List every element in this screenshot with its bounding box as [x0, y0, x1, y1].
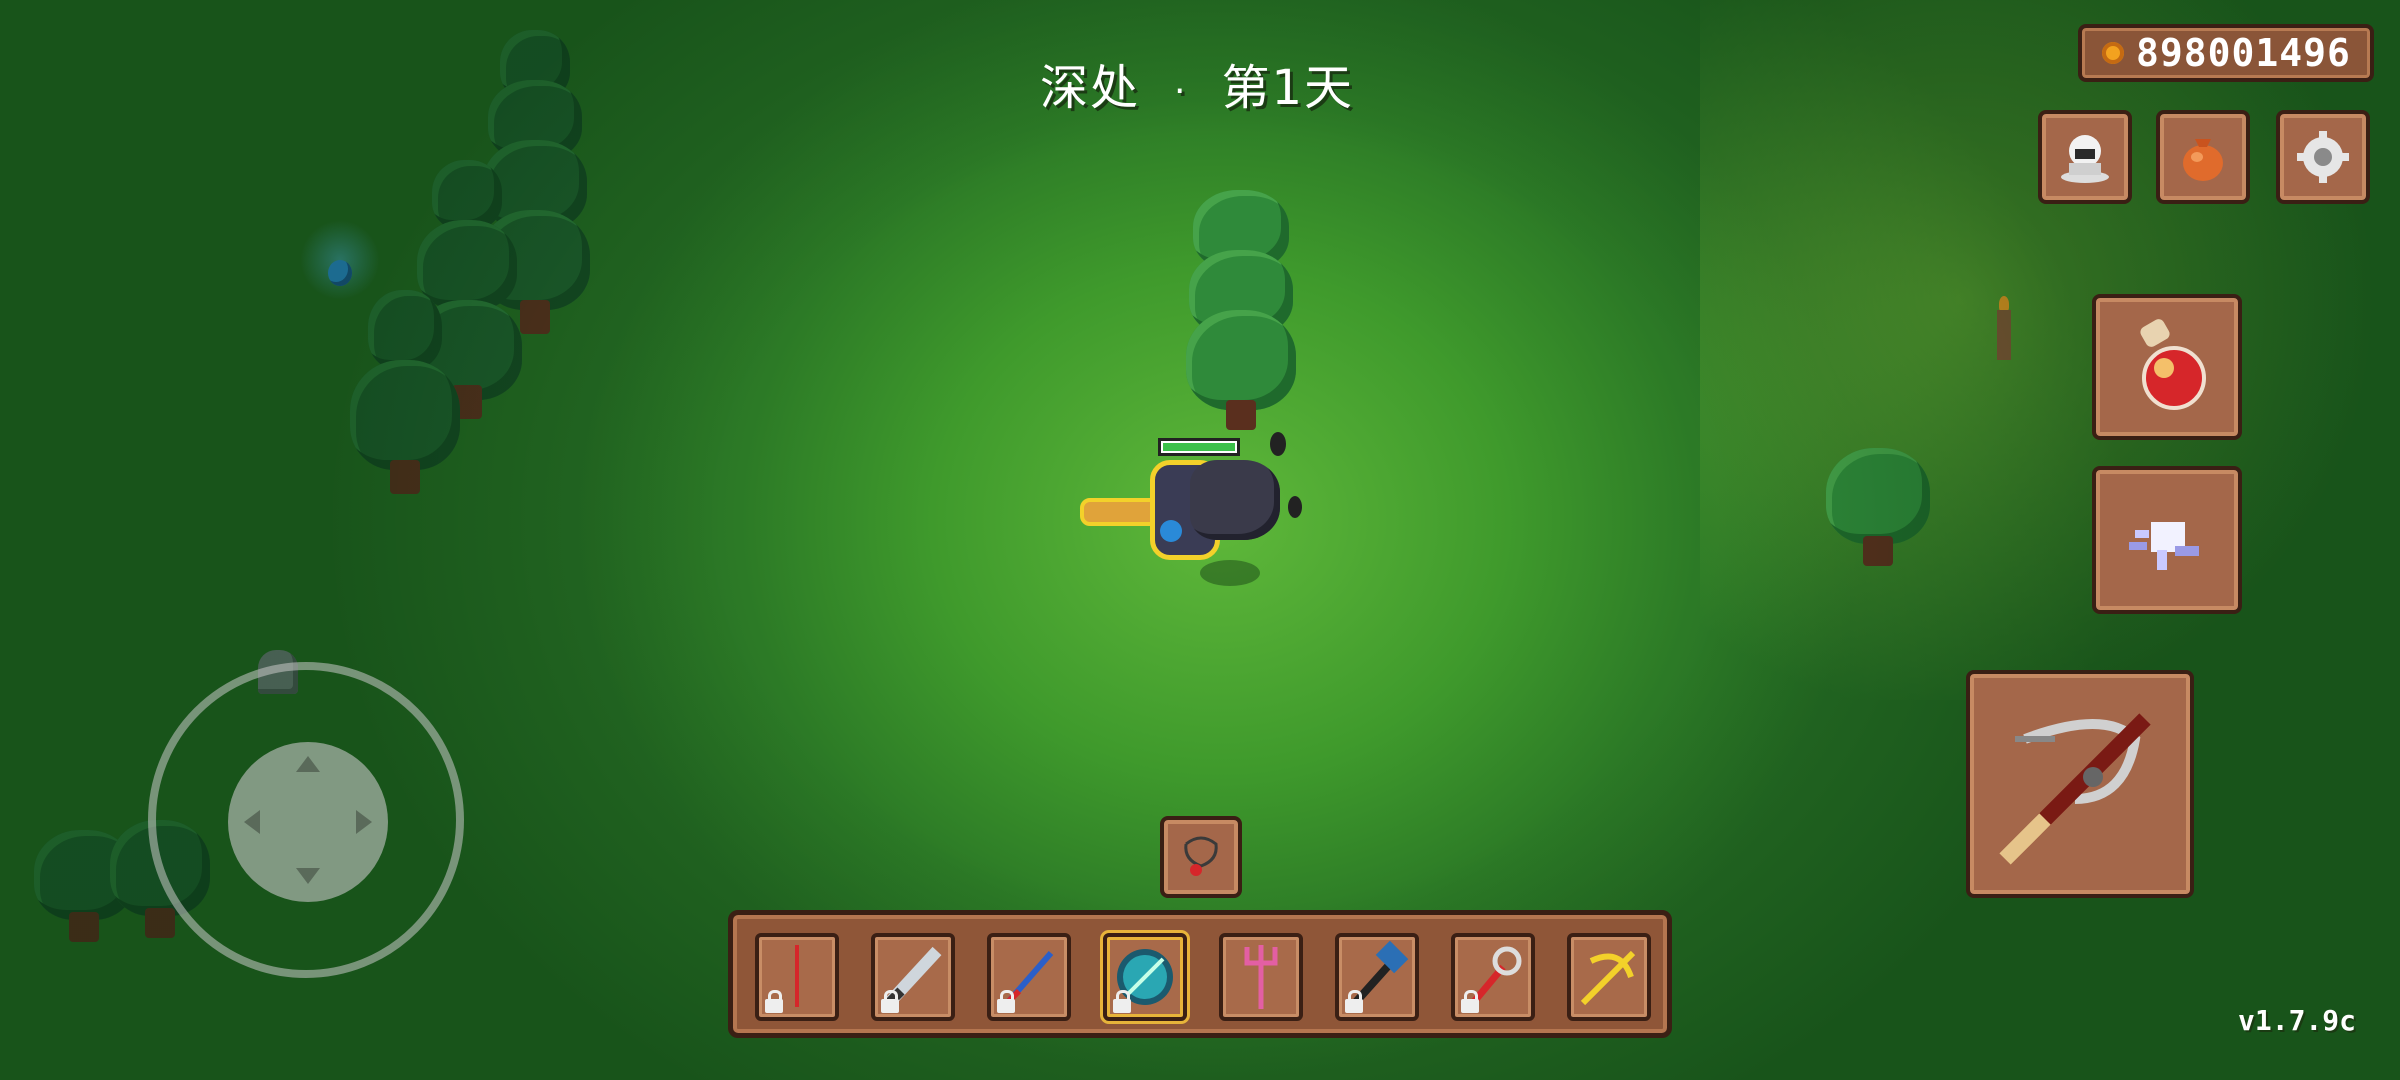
ghost-icon [2061, 135, 2109, 183]
day-label: 第1天 [1221, 60, 1355, 116]
potion-button[interactable] [2092, 294, 2242, 440]
arrow-left-icon [244, 810, 260, 834]
inventory-button[interactable] [2156, 110, 2250, 204]
amulet-icon [1184, 836, 1218, 876]
coin-icon [2102, 42, 2124, 64]
pine-tree [350, 290, 460, 500]
light-glow [1700, 0, 2400, 700]
arrow-right-icon [356, 810, 372, 834]
coin-counter: 898001496 [2078, 24, 2374, 82]
arrow-down-icon [296, 868, 320, 884]
coin-value: 898001496 [2136, 31, 2351, 75]
hotbar-slot-7[interactable] [1451, 933, 1535, 1021]
character-button[interactable] [2038, 110, 2132, 204]
accessory-slot[interactable] [1160, 816, 1242, 898]
hotbar-slot-1[interactable] [755, 933, 839, 1021]
weapon-hotbar [728, 910, 1672, 1038]
lock-icon [1113, 990, 1131, 1013]
hotbar-slot-8[interactable] [1567, 933, 1651, 1021]
bush-tree [1826, 448, 1930, 568]
settings-button[interactable] [2276, 110, 2370, 204]
trident-icon [1244, 945, 1278, 1009]
lock-icon [997, 990, 1015, 1013]
hotbar-slot-2[interactable] [871, 933, 955, 1021]
location-day-title: 深处 · 第1天 [1040, 48, 1354, 118]
torch [1994, 296, 2014, 366]
pine-tree [1186, 190, 1296, 440]
lock-icon [1461, 990, 1479, 1013]
player-health-bar [1158, 438, 1240, 456]
blue-orb[interactable] [300, 220, 380, 300]
hotbar-slot-3[interactable] [987, 933, 1071, 1021]
title-separator: · [1174, 70, 1188, 112]
crossbow-icon [1999, 713, 2151, 865]
bow-icon [1580, 950, 1636, 1006]
lock-icon [1345, 990, 1363, 1013]
version-label: v1.7.9c [2238, 1004, 2357, 1037]
lock-icon [881, 990, 899, 1013]
bag-icon [2183, 139, 2223, 181]
dash-button[interactable] [2092, 466, 2242, 614]
hotbar-slot-5[interactable] [1219, 933, 1303, 1021]
attack-button[interactable] [1966, 670, 2194, 898]
hotbar-slot-4[interactable] [1103, 933, 1187, 1021]
arrow-up-icon [296, 756, 320, 772]
potion-icon [2140, 319, 2206, 410]
gear-icon [2297, 131, 2349, 183]
location-label: 深处 [1040, 60, 1141, 116]
lock-icon [765, 990, 783, 1013]
dash-icon [2129, 522, 2199, 570]
hotbar-slot-6[interactable] [1335, 933, 1419, 1021]
